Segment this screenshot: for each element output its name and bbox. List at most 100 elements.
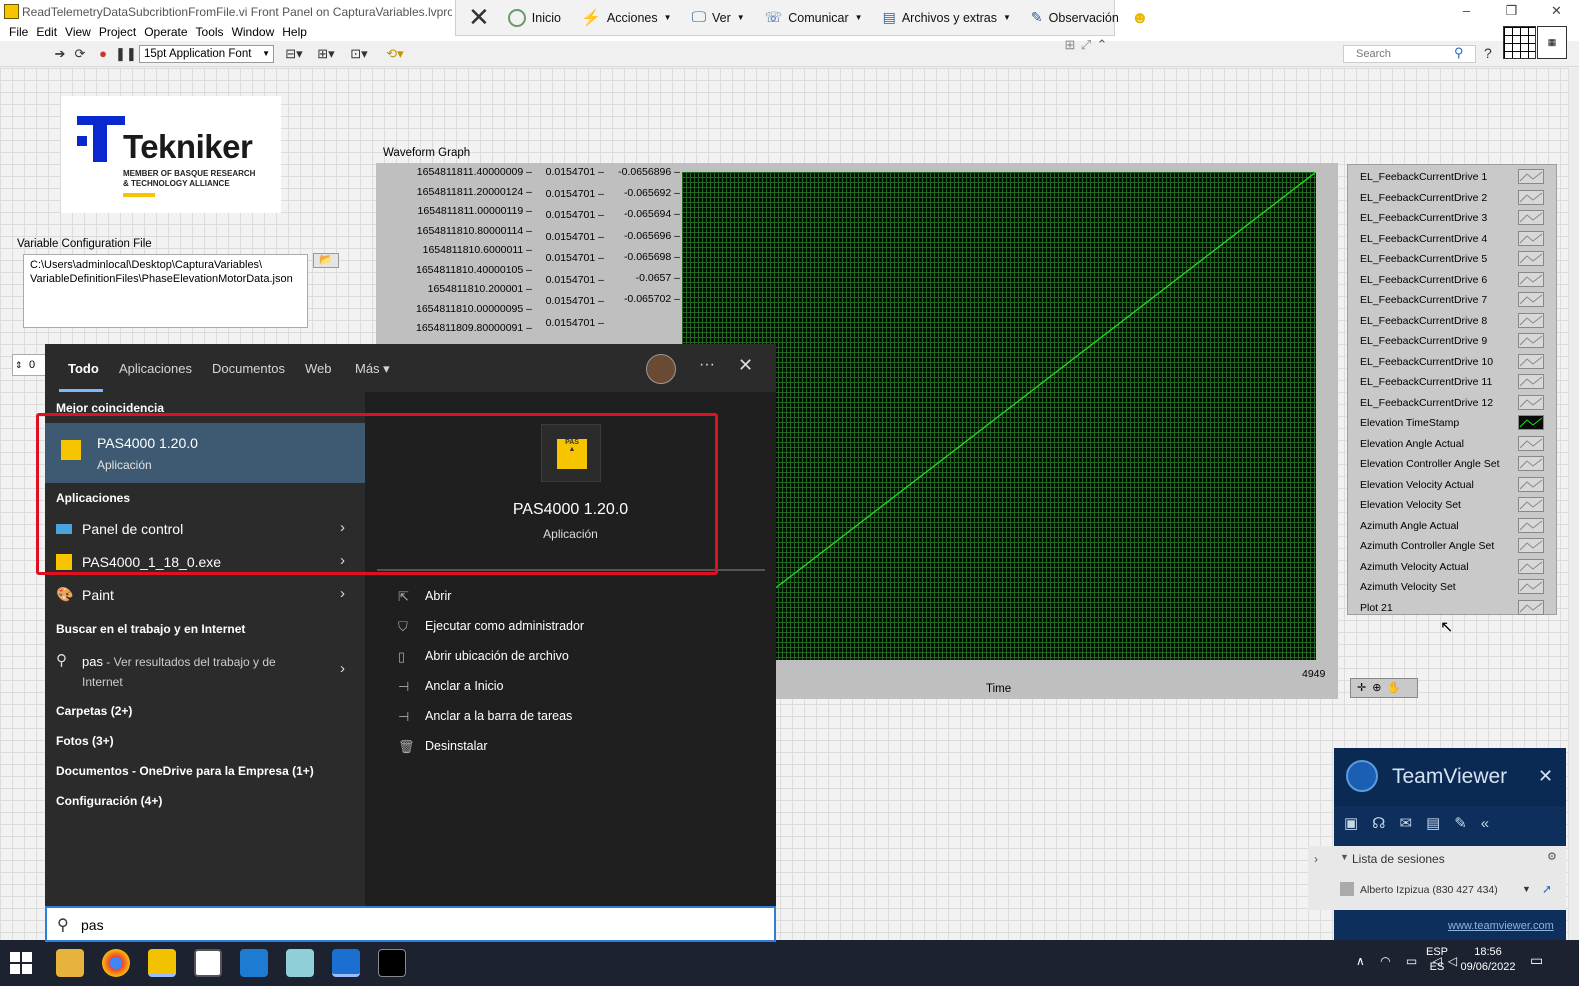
notification-icon[interactable]: ▭ (1530, 952, 1543, 969)
abort-icon[interactable]: ● (95, 46, 111, 62)
legend-item[interactable]: EL_FeebackCurrentDrive 10 (1360, 352, 1550, 373)
graph-palette[interactable]: ✛⊕✋ (1350, 678, 1418, 698)
chrome-icon[interactable] (102, 949, 130, 977)
run-continuously-icon[interactable]: ⟳ (72, 46, 88, 62)
tab-todo[interactable]: Todo (68, 361, 99, 376)
menu-help[interactable]: Help (281, 23, 314, 41)
app-paint[interactable]: 🎨 Paint › (45, 580, 365, 610)
file-explorer-icon[interactable] (56, 949, 84, 977)
restore-button[interactable]: ❐ (1489, 0, 1534, 23)
legend-item[interactable]: Elevation TimeStamp (1360, 413, 1550, 434)
vi-icon[interactable]: ▦ (1537, 26, 1567, 59)
best-match-item[interactable]: PAS4000 1.20.0 Aplicación (45, 423, 365, 483)
pause-icon[interactable]: ❚❚ (115, 46, 137, 62)
help-button[interactable]: ? (1484, 45, 1492, 61)
legend-item[interactable]: Azimuth Controller Angle Set (1360, 536, 1550, 557)
menu-edit[interactable]: Edit (35, 23, 64, 41)
increment-arrows-icon[interactable]: ⇕ (15, 355, 23, 375)
legend-item[interactable]: EL_FeebackCurrentDrive 3 (1360, 208, 1550, 229)
legend-item[interactable]: EL_FeebackCurrentDrive 5 (1360, 249, 1550, 270)
legend-item[interactable]: Azimuth Angle Actual (1360, 516, 1550, 537)
app-pas4000-exe[interactable]: PAS4000_1_18_0.exe › (45, 547, 365, 577)
distribute-objects-icon[interactable]: ⊞▾ (314, 46, 338, 62)
search-icon[interactable]: ⚲ (1454, 45, 1464, 61)
minimize-button[interactable]: – (1444, 0, 1489, 23)
avatar[interactable] (646, 354, 676, 384)
close-window-button[interactable]: ✕ (1534, 0, 1579, 23)
expand-icon[interactable]: ⤢ (1078, 37, 1094, 53)
close-icon[interactable]: ✕ (1538, 766, 1553, 787)
legend-item[interactable]: EL_FeebackCurrentDrive 2 (1360, 188, 1550, 209)
pointer-icon[interactable]: ➚ (1542, 882, 1552, 896)
legend-item[interactable]: EL_FeebackCurrentDrive 1 (1360, 167, 1550, 188)
category-photos[interactable]: Fotos (3+) (56, 734, 114, 748)
browse-folder-icon[interactable]: 📂 (313, 253, 339, 268)
chevron-right-icon[interactable]: › (340, 519, 345, 536)
resize-objects-icon[interactable]: ⊡▾ (347, 46, 371, 62)
tv-ver[interactable]: 🖵 Ver ▼ (684, 9, 753, 26)
legend-item[interactable]: EL_FeebackCurrentDrive 12 (1360, 393, 1550, 414)
legend-item[interactable]: Azimuth Velocity Actual (1360, 557, 1550, 578)
grid-icon[interactable]: ⊞ (1062, 37, 1078, 53)
font-select[interactable]: 15pt Application Font (139, 45, 274, 63)
legend-item[interactable]: Azimuth Velocity Set (1360, 577, 1550, 598)
connector-pane[interactable] (1503, 26, 1536, 59)
chevron-up-icon[interactable]: ⌃ (1094, 37, 1110, 53)
tv-comunicar[interactable]: ☏ Comunicar ▼ (757, 9, 871, 26)
legend-item[interactable]: Plot 21 (1360, 598, 1550, 619)
reorder-icon[interactable]: ⟲▾ (382, 46, 408, 62)
notes-icon[interactable] (286, 949, 314, 977)
legend-item[interactable]: EL_FeebackCurrentDrive 8 (1360, 311, 1550, 332)
legend-item[interactable]: Elevation Velocity Actual (1360, 475, 1550, 496)
close-icon[interactable]: ✕ (738, 355, 753, 376)
clock[interactable]: 18:56 09/06/2022 (1458, 945, 1518, 975)
graph-palette-tools-icon[interactable]: ✛⊕✋ (1357, 682, 1407, 694)
tab-aplicaciones[interactable]: Aplicaciones (119, 361, 192, 376)
tab-web[interactable]: Web (305, 361, 332, 376)
collapse-arrow-icon[interactable]: ▼ (1340, 852, 1349, 862)
ni-vi-icon[interactable] (332, 949, 360, 977)
tv-observacion[interactable]: ✎ Observación (1023, 9, 1127, 26)
menu-operate[interactable]: Operate (143, 23, 194, 41)
gear-icon[interactable]: ⚙ (1547, 850, 1557, 863)
teamviewer-link[interactable]: www.teamviewer.com (1448, 920, 1554, 932)
teamviewer-action-icons[interactable]: ▣☊✉▤✎« (1344, 815, 1503, 832)
more-options-icon[interactable]: ··· (699, 356, 715, 374)
align-objects-icon[interactable]: ⊟▾ (282, 46, 306, 62)
legend-item[interactable]: Elevation Controller Angle Set (1360, 454, 1550, 475)
ni-app-icon[interactable] (194, 949, 222, 977)
run-arrow-icon[interactable]: ➔ (52, 46, 68, 62)
legend-item[interactable]: EL_FeebackCurrentDrive 4 (1360, 229, 1550, 250)
smiley-icon[interactable]: ☻ (1131, 8, 1149, 28)
web-search-item[interactable]: ⚲ pas - Ver resultados del trabajo y de … (45, 648, 365, 690)
terminal-icon[interactable] (378, 949, 406, 977)
vscode-icon[interactable] (240, 949, 268, 977)
chevron-right-icon[interactable]: › (1314, 852, 1318, 866)
chevron-right-icon[interactable]: › (340, 585, 345, 602)
category-settings[interactable]: Configuración (4+) (56, 794, 162, 808)
numeric-control[interactable]: ⇕ 0 (12, 354, 46, 376)
menu-tools[interactable]: Tools (195, 23, 231, 41)
legend-item[interactable]: EL_FeebackCurrentDrive 11 (1360, 372, 1550, 393)
language-indicator[interactable]: ESP ES (1426, 945, 1448, 975)
menu-file[interactable]: File (8, 23, 35, 41)
menu-window[interactable]: Window (231, 23, 282, 41)
menu-project[interactable]: Project (98, 23, 143, 41)
menu-view[interactable]: View (64, 23, 98, 41)
plot-area[interactable] (682, 172, 1316, 660)
legend-item[interactable]: Elevation Velocity Set (1360, 495, 1550, 516)
vertical-scrollbar[interactable] (1568, 68, 1579, 940)
chevron-right-icon[interactable]: › (340, 552, 345, 569)
tv-inicio[interactable]: Inicio (500, 8, 569, 27)
category-onedrive[interactable]: Documentos - OneDrive para la Empresa (1… (56, 764, 314, 778)
tv-acciones[interactable]: ⚡ Acciones ▼ (573, 8, 680, 28)
legend-item[interactable]: EL_FeebackCurrentDrive 6 (1360, 270, 1550, 291)
session-user[interactable]: Alberto Izpizua (830 427 434) (1360, 884, 1498, 896)
labview-icon[interactable] (148, 949, 176, 977)
config-file-path[interactable]: C:\Users\adminlocal\Desktop\CapturaVaria… (23, 254, 308, 328)
chevron-down-icon[interactable]: ▼ (1522, 884, 1531, 894)
tab-mas[interactable]: Más ▾ (355, 361, 390, 377)
category-folders[interactable]: Carpetas (2+) (56, 704, 132, 718)
tv-archivos[interactable]: ▤ Archivos y extras ▼ (875, 9, 1019, 26)
app-panel-de-control[interactable]: Panel de control › (45, 514, 365, 544)
